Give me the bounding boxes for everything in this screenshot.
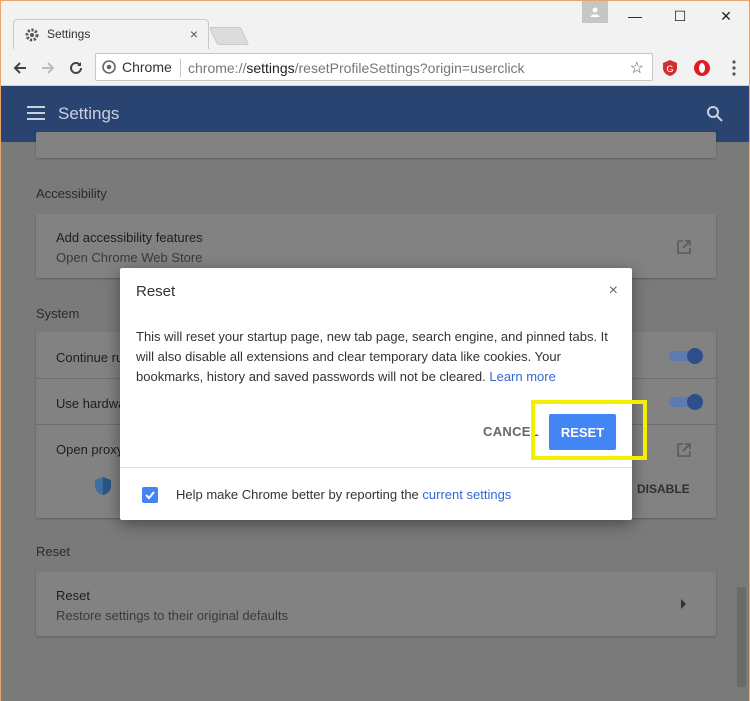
minimize-button[interactable]: — (613, 1, 657, 31)
highlight-box (531, 400, 647, 460)
dialog-footer-divider (120, 467, 632, 468)
system-row-hardware-label: Use hardwa (56, 396, 126, 411)
site-chip[interactable]: Chrome (102, 59, 172, 75)
section-header-reset: Reset (36, 544, 70, 559)
previous-settings-card (36, 132, 716, 158)
tab-title: Settings (47, 27, 91, 41)
url-text[interactable]: chrome://settings/resetProfileSettings?o… (188, 60, 525, 76)
profile-button[interactable] (582, 1, 608, 23)
bookmark-star-icon[interactable]: ☆ (630, 58, 644, 78)
reset-card[interactable]: Reset Restore settings to their original… (36, 572, 716, 636)
dialog-body: This will reset your startup page, new t… (136, 327, 616, 387)
open-in-new-icon[interactable] (676, 442, 692, 458)
extension-shield-icon (95, 477, 111, 495)
hardware-acceleration-toggle[interactable] (669, 394, 703, 410)
tab-settings[interactable]: Settings × (13, 19, 209, 49)
omnibox-separator (180, 59, 181, 77)
reload-icon (70, 61, 82, 74)
site-chip-label: Chrome (122, 59, 172, 75)
url-path: /resetProfileSettings?origin=userclick (294, 60, 525, 76)
gear-icon (25, 28, 39, 42)
open-in-new-icon[interactable] (676, 239, 692, 255)
reset-dialog: Reset × This will reset your startup pag… (120, 268, 647, 520)
close-window-button[interactable]: ✕ (704, 1, 748, 31)
url-scheme: chrome:// (188, 60, 247, 76)
reload-button[interactable] (65, 57, 87, 79)
browser-toolbar: Chrome chrome://settings/resetProfileSet… (1, 49, 749, 86)
report-settings-checkbox[interactable] (142, 487, 158, 503)
system-row-continue-label: Continue ru (56, 350, 124, 365)
close-icon[interactable]: × (609, 282, 618, 300)
report-settings-text: Help make Chrome better by reporting the (176, 487, 419, 502)
maximize-button[interactable]: ☐ (658, 1, 702, 31)
tab-close-icon[interactable]: × (190, 26, 198, 42)
system-row-proxy-label: Open proxy (56, 442, 124, 457)
learn-more-link[interactable]: Learn more (489, 369, 555, 384)
accessibility-row-title: Add accessibility features (56, 230, 203, 245)
browser-window: Settings × — ☐ ✕ Chrome chrome://setting… (0, 0, 750, 701)
arrow-left-icon (13, 62, 26, 74)
svg-text:G: G (666, 64, 673, 74)
section-header-system: System (36, 306, 80, 321)
forward-button[interactable] (37, 57, 59, 79)
page-scrollbar[interactable] (734, 142, 749, 701)
checkmark-icon (145, 491, 155, 500)
scrollbar-thumb[interactable] (737, 587, 746, 687)
disable-extension-button[interactable]: DISABLE (637, 482, 690, 496)
current-settings-link[interactable]: current settings (422, 487, 511, 502)
accessibility-row-subtitle: Open Chrome Web Store (56, 250, 203, 265)
dialog-title: Reset (136, 283, 176, 300)
menu-icon[interactable] (27, 106, 45, 120)
person-icon (590, 7, 600, 17)
report-settings-label: Help make Chrome better by reporting the… (176, 487, 511, 502)
continue-background-toggle[interactable] (669, 348, 703, 364)
reset-row-title: Reset (56, 588, 90, 603)
reset-row-subtitle: Restore settings to their original defau… (56, 608, 288, 623)
url-host: settings (246, 60, 295, 76)
chevron-right-icon (681, 599, 686, 609)
chrome-icon (102, 60, 116, 74)
more-vert-icon (732, 60, 736, 76)
search-icon[interactable] (706, 105, 724, 123)
chrome-menu-button[interactable] (723, 57, 745, 79)
title-bar: Settings × — ☐ ✕ (1, 1, 749, 49)
address-bar[interactable]: Chrome chrome://settings/resetProfileSet… (95, 53, 653, 81)
new-tab-button[interactable] (208, 27, 250, 45)
arrow-right-icon (42, 62, 55, 74)
shield-extension-icon[interactable]: G (661, 59, 679, 77)
page-title: Settings (58, 104, 120, 123)
back-button[interactable] (9, 57, 31, 79)
section-header-accessibility: Accessibility (36, 186, 107, 201)
opera-extension-icon[interactable] (693, 59, 711, 77)
